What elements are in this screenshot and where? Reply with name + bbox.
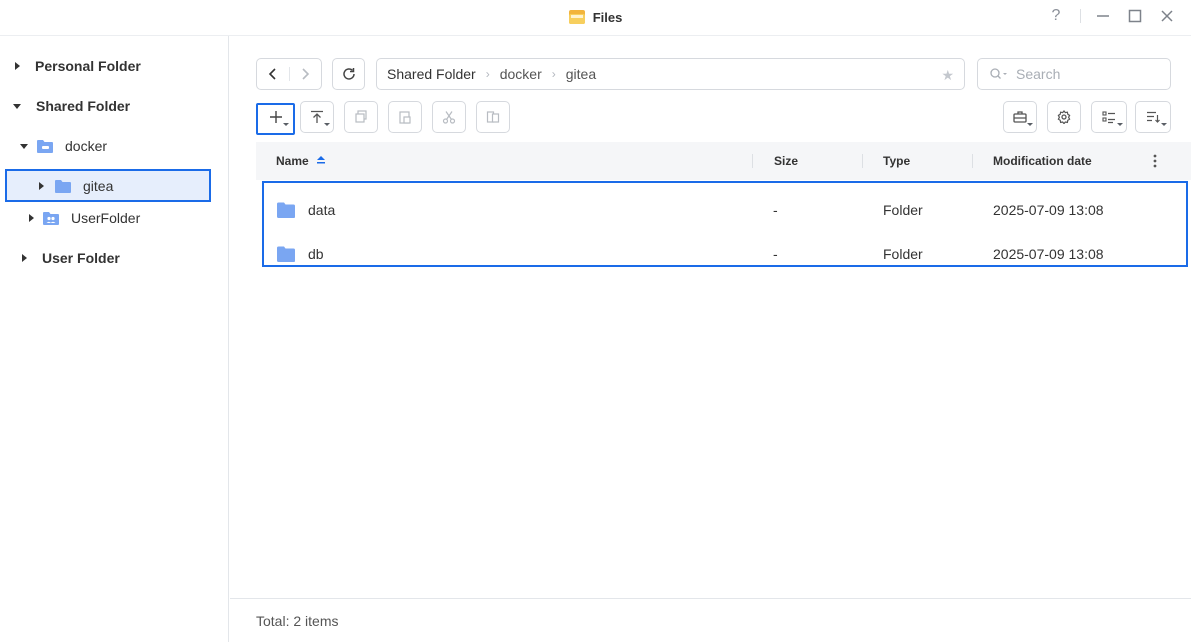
- copy-button[interactable]: [344, 101, 378, 133]
- sidebar-item-docker[interactable]: docker: [0, 130, 216, 162]
- expand-arrow-icon[interactable]: [29, 214, 34, 222]
- column-divider[interactable]: [972, 154, 973, 168]
- table-header: Name Size Type Modification date: [256, 142, 1191, 180]
- expand-arrow-icon[interactable]: [15, 62, 20, 70]
- app-title: Files: [0, 0, 1191, 34]
- column-header-type[interactable]: Type: [883, 142, 910, 180]
- main-panel: Shared Folder › docker › gitea ★ Search …: [230, 36, 1191, 642]
- folder-icon: [55, 180, 71, 193]
- breadcrumb-separator-icon: ›: [485, 67, 490, 81]
- breadcrumb-docker[interactable]: docker: [500, 66, 542, 82]
- close-button[interactable]: [1157, 6, 1177, 26]
- status-bar: Total: 2 items: [230, 598, 1191, 642]
- copy-icon: [355, 110, 367, 123]
- back-button[interactable]: [257, 59, 289, 89]
- breadcrumb-shared-folder[interactable]: Shared Folder: [387, 66, 476, 82]
- more-vertical-icon: [1153, 154, 1157, 168]
- maximize-button[interactable]: [1125, 6, 1145, 26]
- list-view-icon: [1102, 111, 1115, 124]
- paste-button[interactable]: [388, 101, 422, 133]
- breadcrumb-gitea[interactable]: gitea: [566, 66, 596, 82]
- search-input[interactable]: [1016, 66, 1146, 82]
- briefcase-icon: [1013, 111, 1027, 123]
- maximize-icon: [1128, 9, 1142, 23]
- gear-icon: [1057, 110, 1071, 124]
- column-header-size[interactable]: Size: [774, 142, 798, 180]
- expand-arrow-icon[interactable]: [22, 254, 27, 262]
- sidebar-item-user-folder[interactable]: User Folder: [0, 242, 216, 274]
- sidebar-item-label: gitea: [83, 178, 114, 194]
- sidebar-item-label: Shared Folder: [36, 98, 131, 114]
- refresh-icon: [342, 68, 355, 80]
- column-header-label: Name: [276, 154, 309, 168]
- sidebar-item-gitea[interactable]: gitea: [0, 170, 216, 202]
- help-button[interactable]: ?: [1046, 6, 1066, 26]
- create-button-highlight: [256, 103, 295, 135]
- cut-button[interactable]: [432, 101, 466, 133]
- sort-ascending-icon[interactable]: [316, 156, 325, 166]
- column-header-name[interactable]: Name: [276, 142, 325, 180]
- move-icon: [486, 111, 500, 123]
- scissors-icon: [442, 111, 456, 124]
- search-icon: [990, 68, 1007, 79]
- settings-button[interactable]: [1047, 101, 1081, 133]
- column-options-button[interactable]: [1153, 142, 1157, 180]
- column-divider[interactable]: [752, 154, 753, 168]
- sidebar-item-personal-folder[interactable]: Personal Folder: [0, 50, 216, 82]
- minimize-button[interactable]: [1093, 6, 1113, 26]
- dropdown-caret-icon: [1027, 123, 1033, 126]
- collapse-arrow-icon[interactable]: [13, 103, 21, 109]
- dropdown-caret-icon: [1161, 123, 1167, 126]
- dropdown-caret-icon: [324, 123, 330, 126]
- sidebar-item-label: docker: [65, 138, 108, 154]
- window-title: Files: [592, 9, 623, 25]
- sidebar-item-label: Personal Folder: [35, 58, 141, 74]
- minimize-icon: [1097, 15, 1109, 17]
- column-header-label: Type: [883, 154, 911, 168]
- controls-divider: [1080, 9, 1081, 23]
- upload-button[interactable]: [300, 101, 334, 133]
- chevron-left-icon: [268, 68, 276, 80]
- sidebar-item-label: User Folder: [42, 250, 120, 266]
- forward-button[interactable]: [289, 59, 321, 89]
- move-button[interactable]: [476, 101, 510, 133]
- action-menu-button[interactable]: [1003, 101, 1037, 133]
- file-table: Name Size Type Modification date data - …: [256, 142, 1191, 262]
- files-app-icon: [568, 10, 585, 24]
- user-folder-icon: [43, 212, 59, 225]
- rows-highlight: [262, 181, 1188, 267]
- sidebar-item-label: UserFolder: [71, 210, 141, 226]
- view-mode-button[interactable]: [1091, 101, 1127, 133]
- path-bar[interactable]: Shared Folder › docker › gitea ★: [376, 58, 965, 90]
- sort-button[interactable]: [1135, 101, 1171, 133]
- sidebar-item-shared-folder[interactable]: Shared Folder: [0, 90, 216, 122]
- column-divider[interactable]: [862, 154, 863, 168]
- sidebar-item-userfolder[interactable]: UserFolder: [0, 202, 216, 234]
- search-box[interactable]: [977, 58, 1171, 90]
- sort-icon: [1147, 111, 1160, 123]
- history-navigation: [256, 58, 322, 90]
- paste-icon: [399, 111, 411, 124]
- expand-arrow-icon[interactable]: [39, 182, 44, 190]
- title-bar: Files ?: [0, 0, 1191, 36]
- upload-icon: [311, 110, 323, 123]
- refresh-button[interactable]: [332, 58, 365, 90]
- column-header-label: Modification date: [993, 154, 1092, 168]
- collapse-arrow-icon[interactable]: [20, 143, 28, 149]
- dropdown-caret-icon: [1117, 123, 1123, 126]
- shared-folder-icon: [37, 140, 53, 153]
- breadcrumb-separator-icon: ›: [551, 67, 556, 81]
- column-header-label: Size: [774, 154, 799, 168]
- column-header-modification-date[interactable]: Modification date: [993, 142, 1092, 180]
- window-controls: ?: [1034, 6, 1177, 26]
- sidebar: Personal Folder Shared Folder docker git…: [0, 36, 229, 642]
- favorite-star-icon[interactable]: ★: [941, 67, 954, 84]
- chevron-right-icon: [302, 68, 310, 80]
- item-count: Total: 2 items: [256, 612, 339, 629]
- close-icon: [1161, 10, 1173, 22]
